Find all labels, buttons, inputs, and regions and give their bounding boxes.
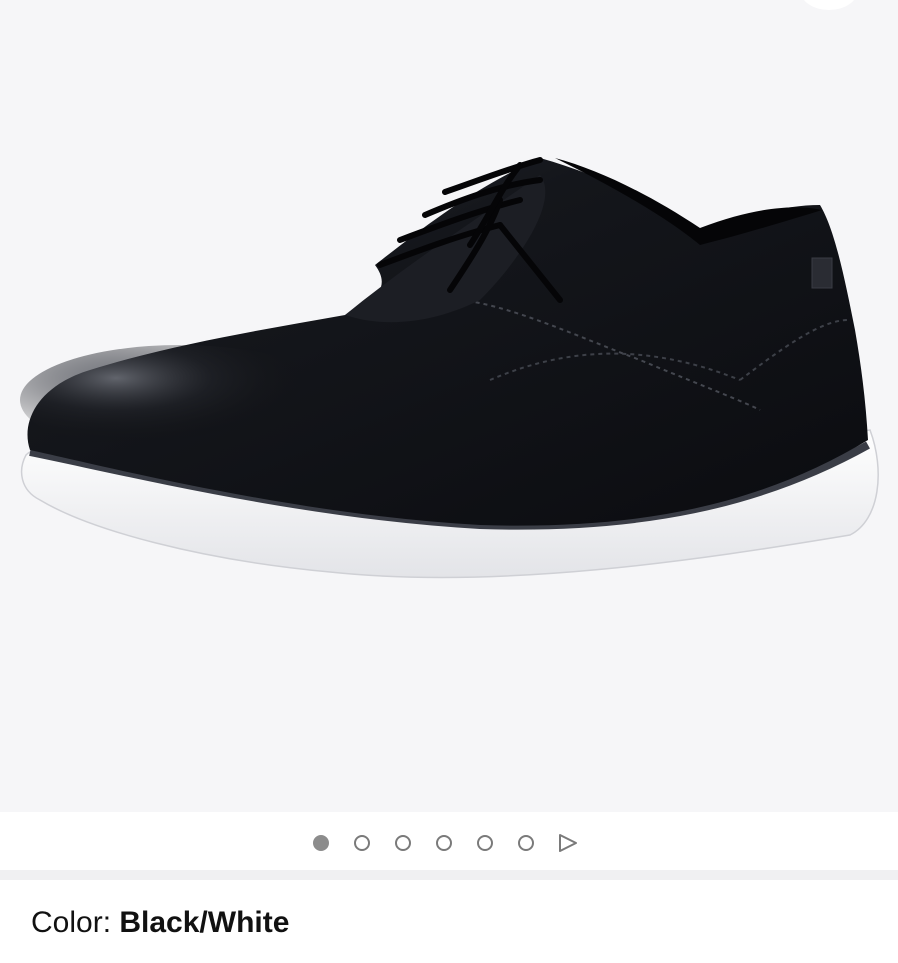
shoe-upper [27, 158, 868, 526]
pagination-dot-4[interactable] [436, 835, 452, 851]
product-image[interactable] [0, 0, 898, 812]
play-triangle-icon[interactable] [557, 833, 579, 853]
product-image-gallery[interactable] [0, 0, 898, 812]
product-page: Color: Black/White [0, 0, 898, 963]
pagination-dot-2[interactable] [354, 835, 370, 851]
pagination-dot-6[interactable] [518, 835, 534, 851]
pagination-dot-1[interactable] [313, 835, 329, 851]
color-label: Color: [31, 906, 120, 939]
pagination-dot-3[interactable] [395, 835, 411, 851]
image-pagination [0, 812, 898, 870]
color-selection: Color: Black/White [31, 906, 289, 940]
color-value: Black/White [119, 906, 290, 939]
pagination-dot-5[interactable] [477, 835, 493, 851]
section-divider [0, 870, 898, 880]
